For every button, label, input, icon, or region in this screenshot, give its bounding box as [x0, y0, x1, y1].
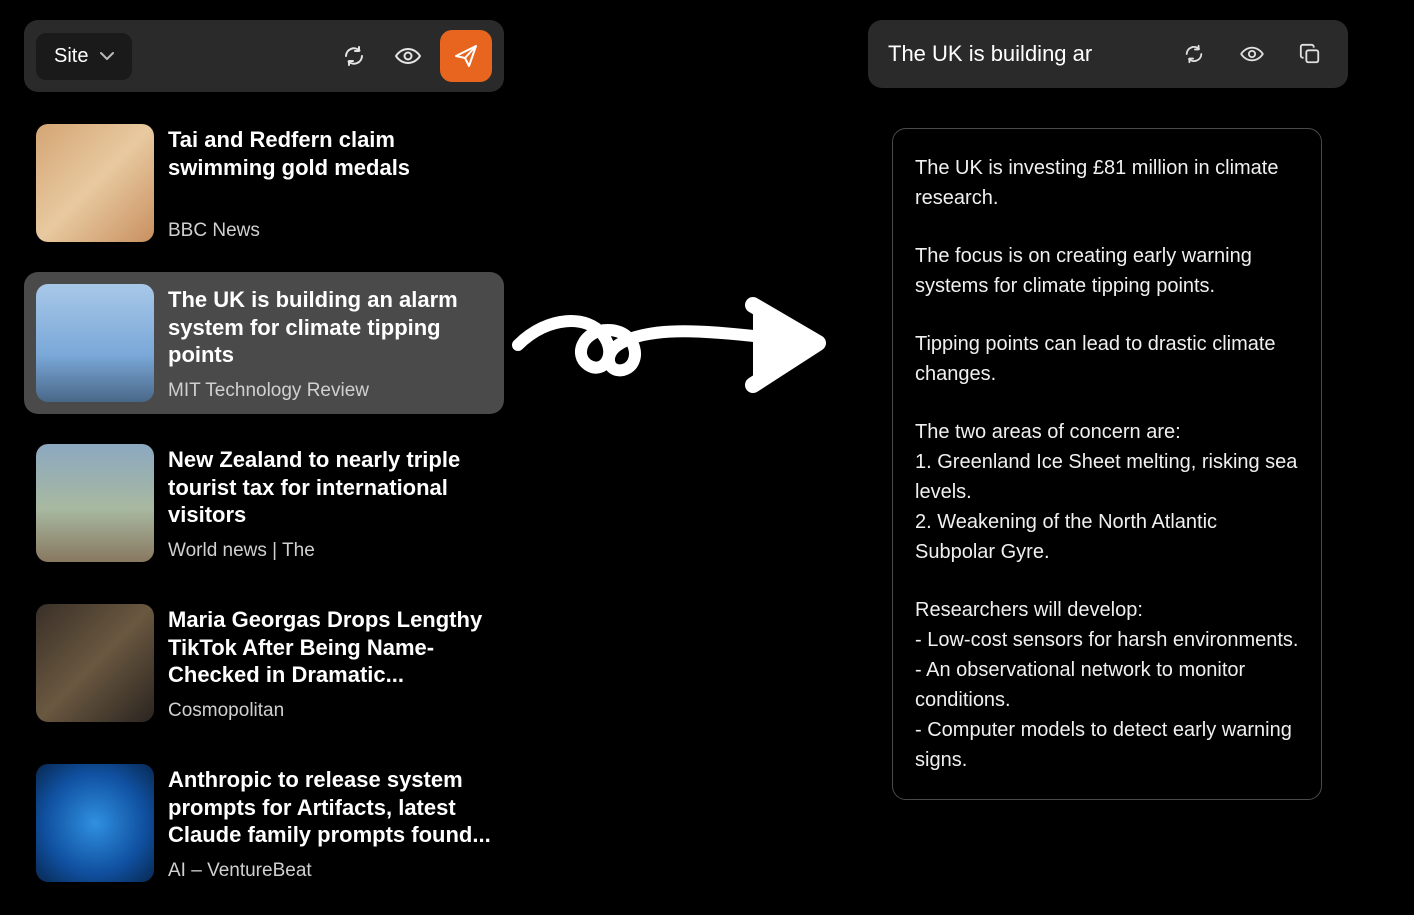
refresh-button[interactable] [1176, 36, 1212, 72]
article-source: Cosmopolitan [168, 700, 492, 722]
left-panel: Site Tai and Redfern claim swimming gold… [24, 20, 504, 894]
right-panel: The UK is building ar The UK is investin… [868, 20, 1348, 800]
article-title: The UK is building an alarm system for c… [168, 286, 492, 369]
article-source: BBC News [168, 220, 492, 242]
article-source: World news | The [168, 540, 492, 562]
summary-paragraph: The two areas of concern are: 1. Greenla… [915, 417, 1299, 567]
article-item[interactable]: Maria Georgas Drops Lengthy TikTok After… [24, 592, 504, 734]
article-thumbnail [36, 124, 154, 242]
summary-box: The UK is investing £81 million in clima… [892, 128, 1322, 800]
copy-button[interactable] [1292, 36, 1328, 72]
article-thumbnail [36, 444, 154, 562]
article-thumbnail [36, 604, 154, 722]
article-text: Anthropic to release system prompts for … [168, 764, 492, 882]
article-text: The UK is building an alarm system for c… [168, 284, 492, 402]
article-text: Maria Georgas Drops Lengthy TikTok After… [168, 604, 492, 722]
article-item[interactable]: Tai and Redfern claim swimming gold meda… [24, 112, 504, 254]
article-title: Anthropic to release system prompts for … [168, 766, 492, 849]
summary-paragraph: The focus is on creating early warning s… [915, 241, 1299, 301]
article-title: New Zealand to nearly triple tourist tax… [168, 446, 492, 529]
article-source: MIT Technology Review [168, 380, 492, 402]
summary-paragraph: Researchers will develop: - Low-cost sen… [915, 595, 1299, 775]
article-text: New Zealand to nearly triple tourist tax… [168, 444, 492, 562]
right-toolbar: The UK is building ar [868, 20, 1348, 88]
site-dropdown-label: Site [54, 45, 88, 68]
article-item[interactable]: The UK is building an alarm system for c… [24, 272, 504, 414]
article-thumbnail [36, 284, 154, 402]
article-text: Tai and Redfern claim swimming gold meda… [168, 124, 492, 242]
chevron-down-icon [100, 51, 114, 61]
left-toolbar: Site [24, 20, 504, 92]
send-button[interactable] [440, 30, 492, 82]
article-list: Tai and Redfern claim swimming gold meda… [24, 112, 504, 894]
article-source: AI – VentureBeat [168, 860, 492, 882]
article-thumbnail [36, 764, 154, 882]
article-item[interactable]: New Zealand to nearly triple tourist tax… [24, 432, 504, 574]
article-title: Maria Georgas Drops Lengthy TikTok After… [168, 606, 492, 689]
eye-button[interactable] [1234, 36, 1270, 72]
article-item[interactable]: Anthropic to release system prompts for … [24, 752, 504, 894]
refresh-button[interactable] [332, 34, 376, 78]
summary-paragraph: Tipping points can lead to drastic clima… [915, 329, 1299, 389]
arrow-graphic [508, 275, 838, 425]
detail-title: The UK is building ar [888, 41, 1154, 67]
eye-button[interactable] [386, 34, 430, 78]
site-dropdown[interactable]: Site [36, 33, 132, 80]
summary-paragraph: The UK is investing £81 million in clima… [915, 153, 1299, 213]
article-title: Tai and Redfern claim swimming gold meda… [168, 126, 492, 181]
